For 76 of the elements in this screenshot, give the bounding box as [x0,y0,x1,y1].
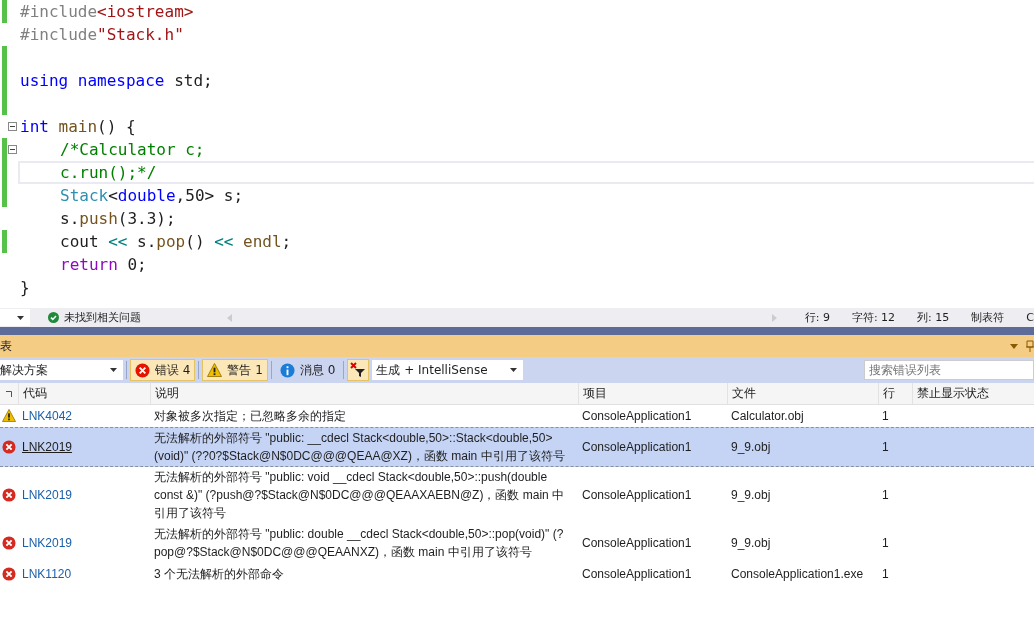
code-line: s.push(3.3); [60,209,176,228]
column-header[interactable]: 禁止显示状态 [912,383,1034,404]
project-name: ConsoleApplication1 [582,487,692,504]
fold-toggle[interactable] [8,122,17,131]
code-line: /*Calculator c; [60,140,205,159]
file-name: 9_9.obj [731,487,771,504]
line-number: 1 [882,535,889,552]
filter-toggle-button[interactable]: 警告 1 [202,359,268,381]
line-number: 1 [882,439,889,456]
search-field[interactable]: 搜索错误列表 [864,360,1034,380]
status-field: C [1026,311,1034,324]
file-name: 9_9.obj [731,535,771,552]
error-description: 3 个无法解析的外部命令 [154,565,284,583]
line-number: 1 [882,565,889,583]
status-message: 未找到相关问题 [64,310,141,325]
line-number: 1 [882,407,889,425]
line-number: 1 [882,487,889,504]
error-code-link[interactable]: LNK2019 [22,486,73,504]
status-field: 行: 9 [804,310,830,325]
error-row[interactable]: LNK4042 对象被多次指定；已忽略多余的指定 ConsoleApplication1 Calculator.obj 1 [0,405,1034,427]
error-code-link[interactable]: LNK1120 [22,564,72,583]
error-description: 无法解析的外部符号 "public: __cdecl Stack<double,50>::Stack<double,50>(void)" (??0?$Stack@N$0DC@@@QEAA@XZ)，函数 main 中引用了该符号 [154,430,566,465]
warning-icon [2,409,16,422]
info-icon [279,362,295,378]
column-header[interactable]: 代码 [18,383,150,404]
code-line: int main() { [20,117,136,136]
error-row[interactable]: LNK2019 无法解析的外部符号 "public: void __cdecl Stack<double,50>::push(double const &)" (?push@?$Stack@N$0DC@@@QEAAXAEBN@Z)，函数 main 中引用了该符号 ConsoleApplication1 9_9.obj 1 [0,467,1034,524]
dropdown-arrow-icon[interactable] [1010,343,1018,349]
column-header[interactable]: 行 [878,383,912,404]
code-line: Stack<double,50> s; [60,186,244,205]
project-name: ConsoleApplication1 [582,565,692,583]
sort-icon[interactable] [6,390,12,397]
source-dropdown[interactable]: 生成 + IntelliSense [372,360,524,380]
status-field: 制表符 [971,310,1005,325]
dropdown-arrow-icon [110,368,117,372]
error-code-link[interactable]: LNK2019 [22,438,73,456]
scope-dropdown[interactable]: 解决方案 [0,360,123,380]
error-description: 对象被多次指定；已忽略多余的指定 [154,407,346,425]
error-icon [2,440,16,454]
project-name: ConsoleApplication1 [582,439,692,456]
error-code-link[interactable]: LNK4042 [22,406,73,425]
file-name: ConsoleApplication1.exe [731,565,864,583]
code-line: } [20,278,30,297]
file-name: 9_9.obj [731,439,771,456]
code-line: using namespace std; [20,71,213,90]
filter-icon [350,362,367,378]
column-header[interactable]: 说明 [150,383,578,404]
code-line: cout << s.pop() << endl; [60,232,292,251]
filter-button[interactable] [347,359,370,381]
error-description: 无法解析的外部符号 "public: void __cdecl Stack<double,50>::push(double const &)" (?push@?$Stack@N$0DC@@@QEAAXAEBN@Z)，函数 main 中引用了该符号 [154,469,566,522]
error-row[interactable]: LNK1120 3 个无法解析的外部命令 ConsoleApplication1 ConsoleApplication1.exe 1 [0,563,1034,585]
code-line: c.run();*/ [60,163,157,182]
filter-toggle-button[interactable]: 错误 4 [130,359,196,381]
project-name: ConsoleApplication1 [582,407,692,425]
dropdown-arrow-icon [510,368,518,372]
warning-icon [207,363,223,377]
fold-toggle[interactable] [8,145,17,154]
panel-title: 表 [0,337,12,355]
error-row[interactable]: LNK2019 无法解析的外部符号 "public: __cdecl Stack<double,50>::Stack<double,50>(void)" (??0?$Stack@N$0DC@@@QEAA@XZ)，函数 main 中引用了该符号 ConsoleApplication1 9_9.obj 1 [0,427,1034,467]
error-row[interactable]: LNK2019 无法解析的外部符号 "public: double __cdecl Stack<double,50>::pop(void)" (?pop@?$Stack@N$0DC@@@QEAANXZ)，函数 main 中引用了该符号 ConsoleApplication1 9_9.obj 1 [0,524,1034,563]
file-name: Calculator.obj [731,407,804,425]
error-code-link[interactable]: LNK2019 [22,534,73,552]
error-icon [135,362,150,378]
column-header[interactable]: 文件 [727,383,878,404]
status-field: 列: 15 [917,310,950,325]
filter-toggle-button[interactable]: 消息 0 [274,359,341,381]
pin-icon[interactable] [1026,340,1034,352]
code-line: #include"Stack.h" [20,25,184,44]
code-editor[interactable]: #include<iostream> #include"Stack.h" using namespace std; int main() { /*Calculator c; c.run();*/ Stack<double,50> s; s.push(3.3); cout << s.pop() << endl; return 0; } [0,0,1034,308]
status-field: 字符: 12 [851,310,896,325]
column-header[interactable]: 项目 [578,383,727,404]
code-line: #include<iostream> [20,2,194,21]
project-name: ConsoleApplication1 [582,535,692,552]
check-icon [48,312,59,323]
code-line: return 0; [60,255,147,274]
error-description: 无法解析的外部符号 "public: double __cdecl Stack<double,50>::pop(void)" (?pop@?$Stack@N$0DC@@@QEAANXZ)，函数 main 中引用了该符号 [154,526,565,561]
